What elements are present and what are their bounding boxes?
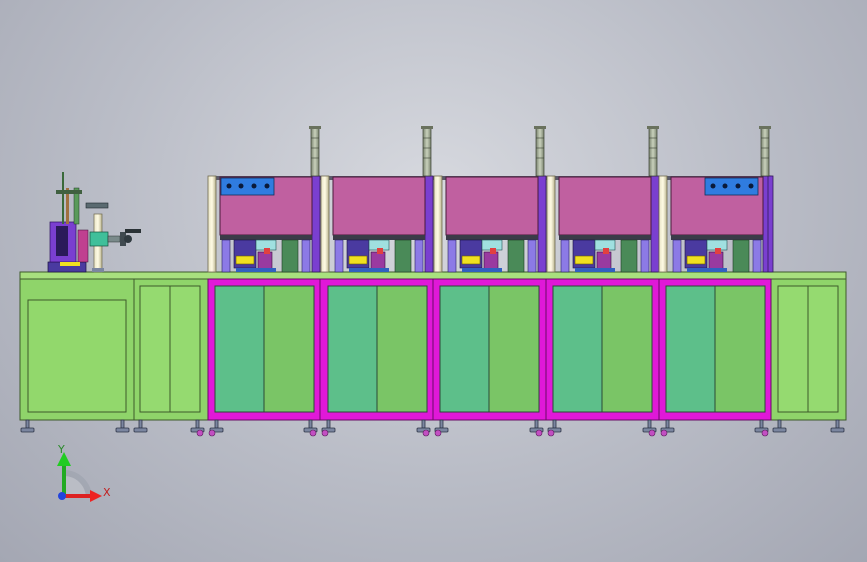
cabinet-door-left[interactable]: [665, 285, 716, 413]
press-station-4[interactable]: [546, 175, 660, 273]
chamber[interactable]: [445, 176, 539, 236]
cabinet-door-left[interactable]: [327, 285, 378, 413]
station-cabinet-3[interactable]: [432, 278, 547, 421]
station-cabinet-4[interactable]: [545, 278, 660, 421]
cabinet-door-right[interactable]: [263, 285, 315, 413]
right-cabinet-door-b[interactable]: [807, 285, 839, 413]
blue-plate-right: [704, 177, 759, 196]
cabinet-door-left[interactable]: [439, 285, 490, 413]
foot: [20, 419, 845, 433]
cabinet-door-left[interactable]: [552, 285, 603, 413]
station-cabinet-1[interactable]: [207, 278, 321, 421]
x-axis-label: X: [103, 486, 111, 499]
coordinate-triad[interactable]: Y X: [57, 443, 111, 502]
tower-light-icon: [421, 126, 433, 177]
tower-light-icon: [759, 126, 771, 177]
y-axis-label: Y: [57, 443, 65, 456]
leveling-feet: [20, 419, 845, 437]
press-station-2[interactable]: [320, 175, 434, 273]
station-cabinet-5[interactable]: [658, 278, 772, 421]
cabinet-door-left[interactable]: [214, 285, 265, 413]
chamber[interactable]: [332, 176, 426, 236]
loading-assembly[interactable]: [47, 172, 141, 273]
valve-handle-icon[interactable]: [120, 229, 141, 246]
right-cabinet-door-a[interactable]: [777, 285, 809, 413]
cabinet-door-right[interactable]: [714, 285, 766, 413]
left-cabinet-2-door-a[interactable]: [139, 285, 171, 413]
station-cabinet-2[interactable]: [319, 278, 434, 421]
left-cabinet-2-door-b[interactable]: [169, 285, 201, 413]
left-cabinet-door[interactable]: [27, 299, 127, 413]
press-station-3[interactable]: [433, 175, 547, 273]
cabinet-door-right[interactable]: [601, 285, 653, 413]
cabinet-door-right[interactable]: [488, 285, 540, 413]
tower-light-icon: [309, 126, 321, 177]
tower-light-icon: [647, 126, 659, 177]
cad-viewport[interactable]: Y X: [0, 0, 867, 562]
chamber[interactable]: [558, 176, 652, 236]
cabinet-door-right[interactable]: [376, 285, 428, 413]
tower-light-icon: [534, 126, 546, 177]
blue-plate-left: [220, 177, 275, 196]
machine-base: [19, 271, 847, 421]
